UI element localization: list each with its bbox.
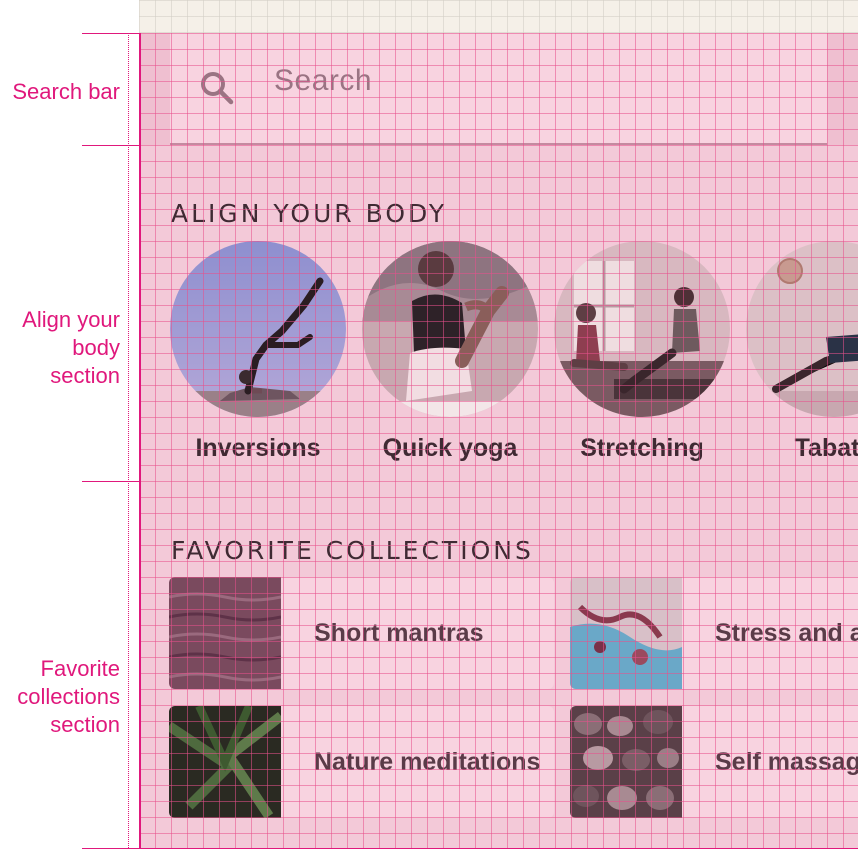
short-mantras-thumbnail bbox=[169, 577, 281, 689]
align-item-tabata[interactable]: Tabata bbox=[746, 241, 858, 462]
collection-label: Short mantras bbox=[314, 619, 484, 647]
search-section: Search bbox=[139, 33, 858, 145]
align-item-inversions[interactable]: Inversions bbox=[170, 241, 346, 462]
left-rail bbox=[139, 33, 141, 848]
collection-card-self-massage[interactable]: Self massage bbox=[570, 706, 858, 818]
favorite-collections-title: FAVORITE COLLECTIONS bbox=[171, 536, 534, 565]
grid-paper-strip bbox=[139, 0, 858, 33]
collection-card-stress-anxiety[interactable]: Stress and anxiety bbox=[570, 577, 858, 689]
search-icon[interactable] bbox=[198, 69, 238, 109]
align-item-quick-yoga[interactable]: Quick yoga bbox=[362, 241, 538, 462]
stretching-image bbox=[554, 241, 730, 417]
align-item-label: Quick yoga bbox=[382, 434, 518, 462]
tabata-image bbox=[746, 241, 858, 417]
inversions-image bbox=[170, 241, 346, 417]
collection-label: Self massage bbox=[715, 748, 858, 776]
collection-card-short-mantras[interactable]: Short mantras bbox=[169, 577, 554, 689]
annotation-align-text: Align your body section bbox=[22, 307, 120, 388]
annotation-favorites-text: Favorite collections section bbox=[17, 656, 120, 737]
align-item-label: Stretching bbox=[580, 434, 704, 462]
annotation-favorites-section: Favorite collections section bbox=[0, 655, 120, 739]
quick-yoga-image bbox=[362, 241, 538, 417]
align-body-title: ALIGN YOUR BODY bbox=[171, 199, 448, 228]
app-canvas: Search ALIGN YOUR BODY Inversions Quick … bbox=[139, 33, 858, 848]
collection-card-nature-meditations[interactable]: Nature meditations bbox=[169, 706, 554, 818]
collection-label: Nature meditations bbox=[314, 748, 541, 776]
dotted-guide-line bbox=[128, 33, 129, 848]
collection-label: Stress and anxiety bbox=[715, 619, 858, 647]
align-item-label: Inversions bbox=[195, 434, 321, 462]
annotation-search-bar: Search bar bbox=[12, 79, 120, 104]
align-item-label: Tabata bbox=[794, 434, 858, 462]
self-massage-thumbnail bbox=[570, 706, 682, 818]
guide-line-bottom bbox=[82, 848, 858, 849]
search-input[interactable]: Search bbox=[274, 64, 372, 98]
nature-meditations-thumbnail bbox=[169, 706, 281, 818]
search-bar[interactable]: Search bbox=[170, 33, 827, 145]
stress-anxiety-thumbnail bbox=[570, 577, 682, 689]
annotation-align-section: Align your body section bbox=[0, 306, 120, 390]
align-item-stretching[interactable]: Stretching bbox=[554, 241, 730, 462]
